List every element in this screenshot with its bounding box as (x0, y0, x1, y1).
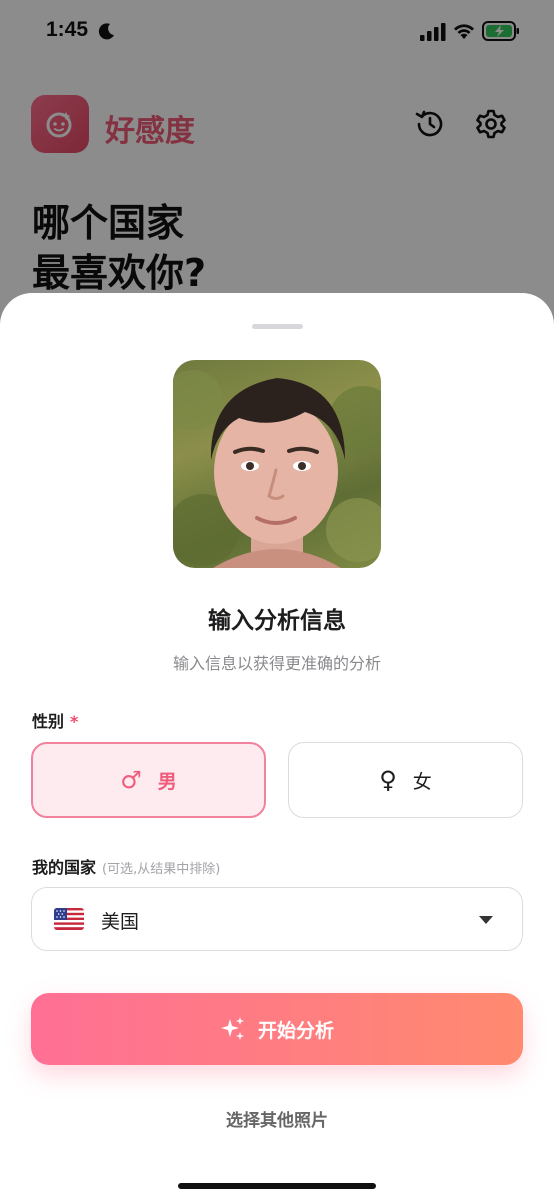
gender-option-label: 女 (412, 770, 432, 793)
country-value: 美国 (101, 911, 140, 933)
gender-option-label: 男 (157, 770, 177, 793)
analysis-info-sheet: 输入分析信息 输入信息以获得更准确的分析 性别 * ♂ 男 ♀ 女 我的国家 (可选… (0, 293, 554, 1200)
selected-photo (173, 360, 381, 568)
sheet-drag-handle[interactable] (252, 324, 303, 329)
country-hint: (可选,从结果中排除) (102, 862, 221, 877)
sparkle-icon (220, 1017, 244, 1040)
required-mark: * (70, 712, 79, 731)
start-analysis-button[interactable]: 开始分析 (31, 993, 523, 1065)
choose-other-photo-link[interactable]: 选择其他照片 (0, 1106, 554, 1131)
female-icon: ♀ (379, 766, 397, 794)
us-flag-icon (54, 908, 84, 930)
gender-option-female[interactable]: ♀ 女 (288, 742, 523, 818)
sheet-subtitle: 输入信息以获得更准确的分析 (172, 654, 381, 673)
country-label-text: 我的国家 (32, 858, 97, 877)
start-analysis-label: 开始分析 (257, 1019, 334, 1042)
gender-option-male[interactable]: ♂ 男 (31, 742, 266, 818)
home-indicator (178, 1183, 376, 1189)
gender-label-text: 性别 (32, 712, 65, 731)
chevron-down-icon (479, 916, 493, 924)
country-select[interactable]: 美国 (31, 887, 523, 951)
country-label: 我的国家 (可选,从结果中排除) (32, 854, 220, 878)
male-icon: ♂ (120, 766, 142, 794)
gender-label: 性别 * (32, 708, 78, 732)
sheet-title: 输入分析信息 (208, 608, 346, 634)
